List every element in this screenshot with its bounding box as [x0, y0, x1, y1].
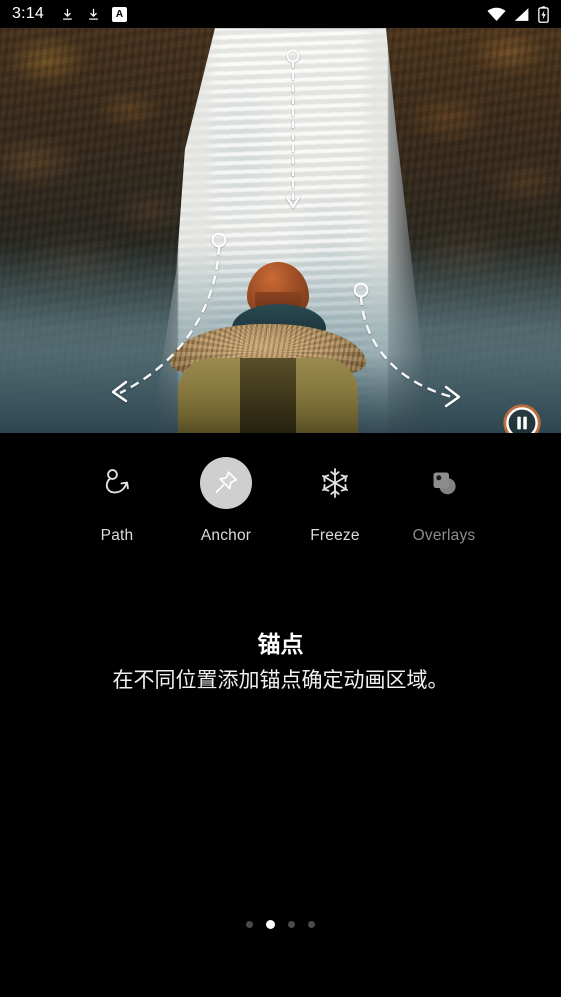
path-curve-arrow-icon — [105, 469, 129, 494]
status-bar-clock: 3:14 — [12, 5, 44, 22]
download-icon — [89, 8, 98, 20]
tool-panel: Path Anchor Freeze Overlays 锚点 在不同位置添加锚点… — [0, 433, 561, 997]
pagination-dot[interactable] — [308, 921, 315, 928]
tool-path-icon-wrap — [91, 457, 143, 509]
status-bar-notification-icons: A — [60, 6, 127, 22]
anchor-handle[interactable] — [353, 282, 369, 298]
wifi-icon — [487, 7, 506, 21]
status-bar-system-icons — [487, 5, 549, 23]
anchor-handle[interactable] — [211, 232, 227, 248]
pause-icon — [503, 404, 541, 433]
cellular-signal-icon — [514, 7, 529, 21]
caption-title: 锚点 — [257, 632, 304, 658]
tool-overlays-icon-wrap — [418, 457, 470, 509]
tool-overlays[interactable]: Overlays — [390, 457, 499, 545]
tool-overlays-label: Overlays — [412, 527, 476, 544]
pushpin-icon — [215, 471, 238, 494]
tool-freeze-label: Freeze — [310, 527, 360, 544]
caption-block: 锚点 在不同位置添加锚点确定动画区域。 — [0, 628, 561, 696]
motion-path-overlay[interactable] — [0, 28, 561, 433]
pagination-dot[interactable] — [246, 921, 253, 928]
motion-path-right[interactable] — [353, 282, 461, 408]
battery-charging-icon — [538, 5, 549, 23]
caption-description: 在不同位置添加锚点确定动画区域。 — [112, 667, 449, 692]
motion-path-center[interactable] — [285, 49, 301, 208]
tool-freeze[interactable]: Freeze — [281, 457, 390, 545]
status-bar: 3:14 A — [0, 0, 561, 28]
tool-anchor-icon-wrap — [200, 457, 252, 509]
pagination-dot[interactable] — [288, 921, 295, 928]
motion-path-left[interactable] — [111, 232, 227, 403]
tool-anchor-label: Anchor — [200, 527, 252, 544]
snowflake-icon — [322, 468, 348, 498]
video-preview[interactable] — [0, 28, 561, 433]
tool-freeze-icon-wrap — [309, 457, 361, 509]
tool-anchor[interactable]: Anchor — [172, 457, 281, 545]
app-badge-a-icon: A — [111, 6, 127, 22]
pagination-dots[interactable] — [0, 920, 561, 929]
tool-list: Path Anchor Freeze Overlays — [0, 457, 561, 545]
tool-path[interactable]: Path — [63, 457, 172, 545]
pause-button[interactable] — [503, 404, 541, 433]
download-icon — [63, 8, 72, 20]
tool-path-label: Path — [100, 527, 134, 544]
anchor-handle[interactable] — [286, 49, 300, 63]
pagination-dot-active[interactable] — [266, 920, 275, 929]
overlays-shapes-icon — [433, 472, 456, 495]
